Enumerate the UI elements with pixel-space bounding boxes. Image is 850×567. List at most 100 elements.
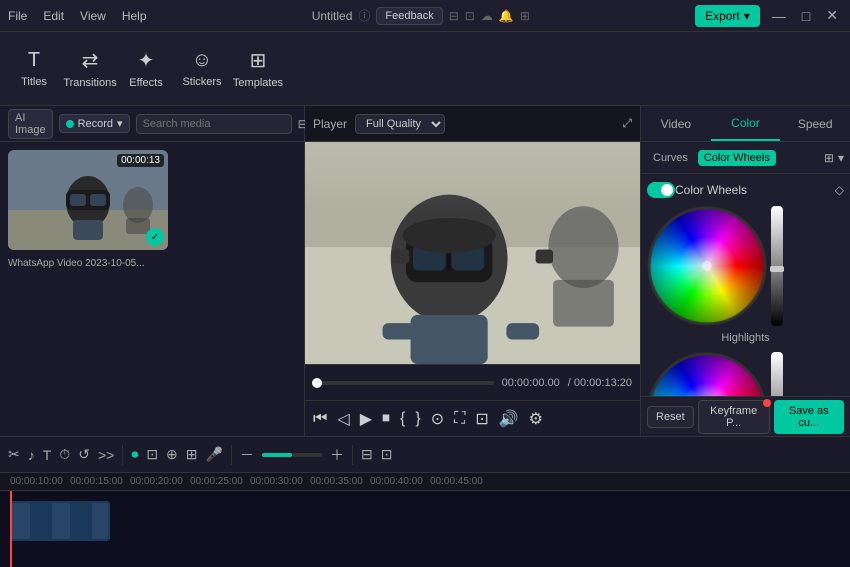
media-duration: 00:00:13 xyxy=(117,154,164,167)
timeline-ruler: 00:00:10:00 00:00:15:00 00:00:20:00 00:0… xyxy=(0,473,850,491)
midtones-wheel[interactable] xyxy=(647,352,767,396)
menu-bar: File Edit View Help xyxy=(8,9,147,23)
toolbar-item-templates[interactable]: ⊞ Templates xyxy=(232,37,284,101)
maximize-button[interactable]: □ xyxy=(798,8,814,24)
save-button[interactable]: Save as cu... xyxy=(774,400,844,434)
player-panel: Player Full Quality ⤢ xyxy=(305,106,640,436)
timeline-tracks[interactable] xyxy=(0,491,850,567)
mark-in-button[interactable]: ⊙ xyxy=(431,409,444,429)
tl-record-icon[interactable]: ⏺ xyxy=(131,446,138,463)
skip-back-button[interactable]: ⏮ xyxy=(313,410,327,428)
tl-snap-icon[interactable]: ⊡ xyxy=(146,446,158,463)
highlights-slider[interactable] xyxy=(771,206,783,326)
color-wheels-toggle[interactable] xyxy=(647,182,675,198)
media-item[interactable]: 00:00:13 ✓ WhatsApp Video 2023-10-05... xyxy=(8,150,296,269)
tab-color[interactable]: Color xyxy=(711,106,781,141)
ruler-mark-0: 00:00:10:00 xyxy=(10,476,70,487)
titlebar: File Edit View Help Untitled ⓘ Feedback … xyxy=(0,0,850,32)
tl-cut-icon[interactable]: ✂ xyxy=(8,446,20,463)
toolbar-item-effects[interactable]: ✦ Effects xyxy=(120,37,172,101)
ruler-mark-6: 00:00:40:00 xyxy=(370,476,430,487)
highlights-wheel[interactable] xyxy=(647,206,767,326)
toolbar-item-stickers[interactable]: ☺ Stickers xyxy=(176,37,228,101)
expand-subtab-icon[interactable]: ▾ xyxy=(838,151,844,165)
progress-bar[interactable] xyxy=(313,381,494,385)
midtones-wheel-container xyxy=(647,352,844,396)
main-layout: AI Image Record ▾ ⊟ ··· xyxy=(0,106,850,436)
subtab-color-wheels[interactable]: Color Wheels xyxy=(698,150,776,166)
tl-marker-icon[interactable]: ⊕ xyxy=(166,446,178,463)
tab-speed[interactable]: Speed xyxy=(780,106,850,141)
export-button[interactable]: Export ▾ xyxy=(695,5,760,27)
highlights-slider-handle[interactable] xyxy=(770,266,784,272)
color-panel: Video Color Speed Curves Color Wheels ⊞ … xyxy=(640,106,850,436)
tl-separator3 xyxy=(352,445,353,465)
in-point-button[interactable]: { xyxy=(400,410,405,428)
tl-text-icon[interactable]: T xyxy=(43,447,52,463)
chevron-down-icon: ▾ xyxy=(744,9,750,23)
layout-icon[interactable]: ⊞ xyxy=(824,151,834,165)
record-label: Record xyxy=(78,118,113,130)
zoom-slider[interactable] xyxy=(262,453,322,457)
player-video xyxy=(305,142,640,364)
tl-audio-icon[interactable]: ♪ xyxy=(28,447,35,463)
tl-expand-icon[interactable]: ⊡ xyxy=(381,446,393,463)
reset-button[interactable]: Reset xyxy=(647,406,694,428)
out-point-button[interactable]: } xyxy=(415,410,420,428)
quality-select[interactable]: Full Quality xyxy=(355,114,445,134)
panel-tabs: Video Color Speed xyxy=(641,106,850,142)
tl-more-icon[interactable]: >> xyxy=(98,447,114,463)
menu-view[interactable]: View xyxy=(80,9,106,23)
menu-file[interactable]: File xyxy=(8,9,27,23)
stop-button[interactable]: ⏹ xyxy=(382,410,390,428)
midtones-slider[interactable] xyxy=(771,352,783,396)
record-dot xyxy=(66,120,74,128)
close-button[interactable]: ✕ xyxy=(822,7,842,24)
expand-icon[interactable]: ⤢ xyxy=(622,116,632,131)
frame-back-button[interactable]: ◁ xyxy=(337,409,349,429)
media-check-icon: ✓ xyxy=(146,228,164,246)
cloud-icon: ☁ xyxy=(481,9,493,23)
tl-remove-icon[interactable]: － xyxy=(240,445,254,465)
tl-voice-icon[interactable]: 🎤 xyxy=(206,446,223,463)
tl-add-icon[interactable]: ＋ xyxy=(330,445,344,465)
color-wheels-content: Color Wheels ◇ Highlights xyxy=(641,174,850,396)
effects-icon: ✦ xyxy=(138,48,155,73)
tl-clock-icon[interactable]: ⏱ xyxy=(59,446,70,463)
settings-button[interactable]: ⚙ xyxy=(529,409,543,429)
menu-help[interactable]: Help xyxy=(122,9,147,23)
crop-button[interactable]: ⊡ xyxy=(475,409,488,429)
playhead xyxy=(10,491,12,567)
ai-image-badge[interactable]: AI Image xyxy=(8,109,53,139)
tab-video[interactable]: Video xyxy=(641,106,711,141)
color-wheels-header: Color Wheels ◇ xyxy=(647,182,844,198)
effects-label: Effects xyxy=(129,77,162,89)
toolbar-item-titles[interactable]: T Titles xyxy=(8,37,60,101)
progress-handle[interactable] xyxy=(312,378,322,388)
tl-rotate-icon[interactable]: ↺ xyxy=(78,446,90,463)
menu-edit[interactable]: Edit xyxy=(43,9,64,23)
track-clip[interactable] xyxy=(10,501,110,541)
subtab-curves[interactable]: Curves xyxy=(647,150,694,166)
minimize-button[interactable]: — xyxy=(768,8,790,24)
tl-grid-icon[interactable]: ⊟ xyxy=(361,446,373,463)
keyframe-label: Keyframe P... xyxy=(710,405,757,429)
fullscreen-button[interactable]: ⛶ xyxy=(454,410,465,428)
time-current: 00:00:00.00 xyxy=(502,377,560,389)
player-header: Player Full Quality ⤢ xyxy=(305,106,640,142)
record-badge[interactable]: Record ▾ xyxy=(59,114,130,133)
toolbar: T Titles ⇄ Transitions ✦ Effects ☺ Stick… xyxy=(0,32,850,106)
player-controls: 00:00:00.00 / 00:00:13:20 xyxy=(305,364,640,400)
volume-button[interactable]: 🔊 xyxy=(499,409,519,429)
play-button[interactable]: ▶ xyxy=(360,409,372,429)
templates-icon: ⊞ xyxy=(250,48,267,73)
keyframe-button[interactable]: Keyframe P... xyxy=(698,400,770,434)
feedback-btn[interactable]: Feedback xyxy=(376,7,442,25)
reset-icon[interactable]: ◇ xyxy=(835,183,844,197)
tl-lock-icon[interactable]: ⊞ xyxy=(186,446,198,463)
transport-row: ⏮ ◁ ▶ ⏹ { } ⊙ ⛶ ⊡ 🔊 ⚙ xyxy=(305,400,640,436)
media-search-input[interactable] xyxy=(136,114,292,134)
media-thumbnail[interactable]: 00:00:13 ✓ xyxy=(8,150,168,250)
subtabs: Curves Color Wheels ⊞ ▾ xyxy=(641,142,850,174)
toolbar-item-transitions[interactable]: ⇄ Transitions xyxy=(64,37,116,101)
